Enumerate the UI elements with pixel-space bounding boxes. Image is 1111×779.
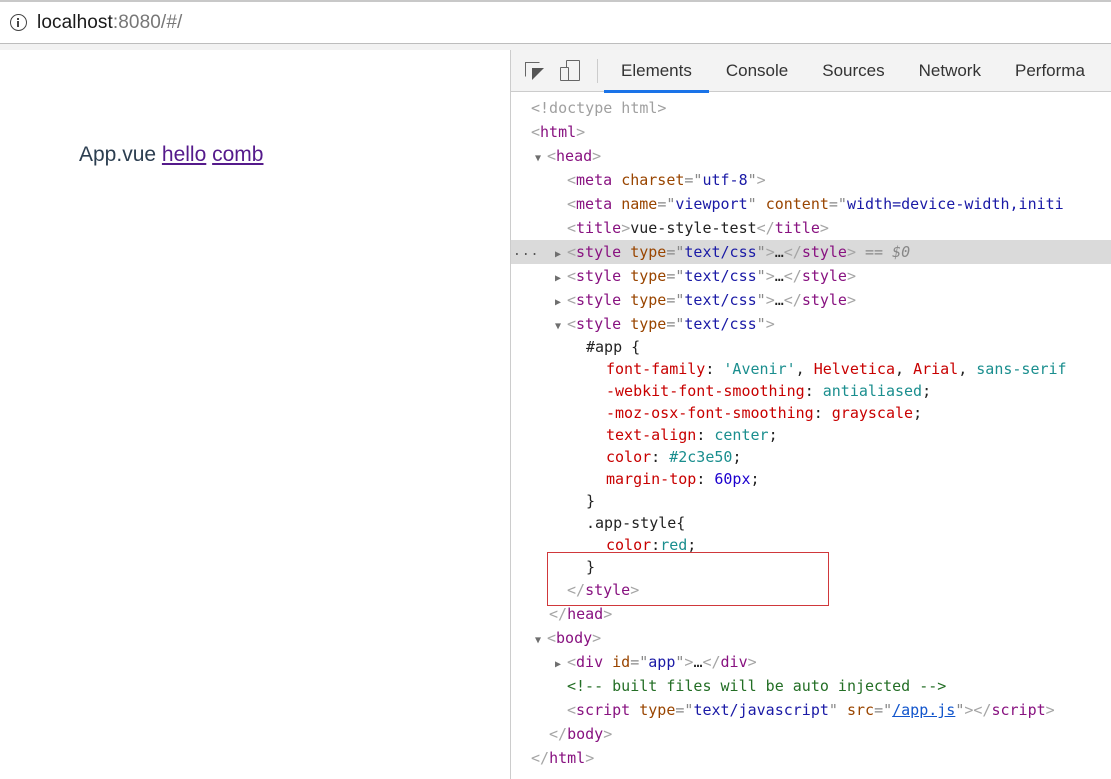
- devtools-panel: Elements Console Sources Network Perform…: [510, 50, 1111, 779]
- tree-node-doctype[interactable]: <!doctype html>: [511, 96, 1111, 120]
- script-src-link[interactable]: /app.js: [892, 701, 955, 719]
- url-host: localhost: [37, 11, 113, 33]
- css-rule-margin-top: margin-top: 60px;: [606, 470, 760, 488]
- page-viewport: App.vue hello comb: [0, 50, 510, 779]
- tree-node-style-expanded[interactable]: ▼ <style type="text/css">: [511, 312, 1111, 336]
- tree-node-style-selected[interactable]: ... ▶ <style type="text/css">…</style> == …: [511, 240, 1111, 264]
- css-rule-color: color: #2c3e50;: [606, 448, 742, 466]
- url-path: :8080/#/: [112, 11, 183, 33]
- tree-node-div-app[interactable]: ▶ <div id="app">…</div>: [511, 650, 1111, 674]
- app-label: App.vue: [79, 143, 157, 166]
- more-options-icon[interactable]: ...: [513, 240, 539, 264]
- app-content: App.vue hello comb: [79, 143, 263, 167]
- css-close-brace: }: [586, 558, 596, 576]
- elements-tree: <!doctype html> <html> ▼ <head> <meta cha…: [511, 92, 1111, 770]
- device-toggle-icon[interactable]: [559, 59, 583, 83]
- comb-link[interactable]: comb: [212, 143, 263, 166]
- tab-console[interactable]: Console: [709, 50, 805, 92]
- tab-network[interactable]: Network: [902, 50, 998, 92]
- tab-performance[interactable]: Performa: [998, 50, 1102, 92]
- tree-node-style[interactable]: ▶ <style type="text/css">…</style>: [511, 264, 1111, 288]
- css-selector-app: #app {: [586, 338, 641, 356]
- tree-node-style-close[interactable]: </style>: [511, 578, 1111, 602]
- tree-node-comment[interactable]: <!-- built files will be auto injected -…: [511, 674, 1111, 698]
- tree-node-script[interactable]: <script type="text/javascript" src="/app…: [511, 698, 1111, 722]
- tree-node-meta-viewport[interactable]: <meta name="viewport" content="width=dev…: [511, 192, 1111, 216]
- devtools-toolbar: Elements Console Sources Network Perform…: [511, 50, 1111, 93]
- tree-node-title[interactable]: <title>vue-style-test</title>: [511, 216, 1111, 240]
- css-close-brace: }: [586, 492, 596, 510]
- inspect-element-icon[interactable]: [523, 59, 547, 83]
- info-icon[interactable]: [10, 14, 27, 31]
- tree-node-style[interactable]: ▶ <style type="text/css">…</style>: [511, 288, 1111, 312]
- tab-sources[interactable]: Sources: [805, 50, 901, 92]
- url-text[interactable]: localhost:8080/#/: [37, 12, 182, 34]
- tree-node-head-close[interactable]: </head>: [511, 602, 1111, 626]
- css-rule-color-red: color:red;: [606, 536, 697, 554]
- css-rule-text-align: text-align: center;: [606, 426, 778, 444]
- css-rule-font-family: font-family: 'Avenir', Helvetica, Arial,…: [606, 360, 1067, 378]
- tree-node-head[interactable]: ▼ <head>: [511, 144, 1111, 168]
- address-bar[interactable]: localhost:8080/#/: [0, 0, 1111, 44]
- hello-link[interactable]: hello: [162, 143, 206, 166]
- tree-node-html-close[interactable]: </html>: [511, 746, 1111, 770]
- toolbar-divider: [597, 58, 598, 83]
- tab-elements[interactable]: Elements: [604, 50, 709, 93]
- css-rule-webkit-font-smoothing: -webkit-font-smoothing: antialiased;: [606, 382, 932, 400]
- tree-node-body-close[interactable]: </body>: [511, 722, 1111, 746]
- tree-node-html[interactable]: <html>: [511, 120, 1111, 144]
- tree-node-meta-charset[interactable]: <meta charset="utf-8">: [511, 168, 1111, 192]
- tree-node-body[interactable]: ▼ <body>: [511, 626, 1111, 650]
- css-rule-moz-osx-font-smoothing: -moz-osx-font-smoothing: grayscale;: [606, 404, 923, 422]
- css-selector-app-style: .app-style{: [586, 514, 686, 532]
